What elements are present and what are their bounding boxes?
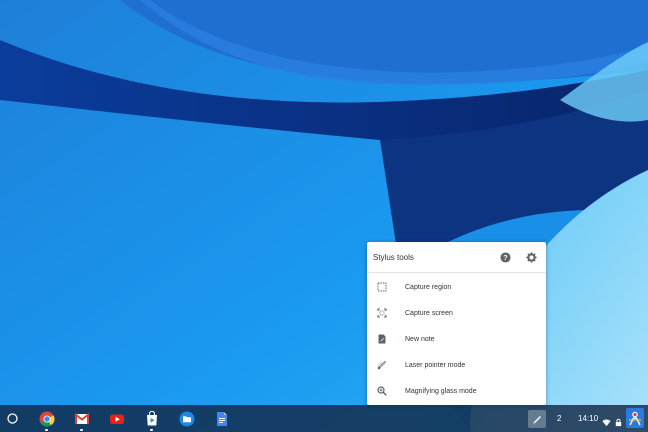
help-icon[interactable]: ? <box>498 250 512 264</box>
menu-item-capture-screen[interactable]: Capture screen <box>367 300 546 326</box>
gear-icon[interactable] <box>524 250 538 264</box>
new-note-icon <box>376 334 387 345</box>
launcher-icon[interactable] <box>6 412 19 425</box>
capture-region-icon <box>376 282 387 293</box>
menu-item-capture-region[interactable]: Capture region <box>367 274 546 300</box>
gmail-icon[interactable] <box>72 409 91 431</box>
stylus-icon <box>533 416 541 424</box>
clock[interactable]: 14:10 <box>578 414 598 423</box>
desktop-wallpaper <box>0 0 648 432</box>
stylus-tools-menu: Capture region Capture screen New note L… <box>367 273 546 404</box>
svg-text:?: ? <box>503 252 508 261</box>
running-indicator <box>150 429 153 431</box>
running-indicator <box>80 429 83 431</box>
menu-item-label: Capture region <box>405 283 452 291</box>
play-store-icon[interactable] <box>142 409 161 431</box>
laser-pointer-icon <box>376 360 387 371</box>
docs-icon[interactable] <box>212 409 231 428</box>
magnifier-icon <box>376 386 387 397</box>
menu-item-new-note[interactable]: New note <box>367 326 546 352</box>
menu-item-label: Capture screen <box>405 309 453 317</box>
menu-item-label: Magnifying glass mode <box>405 387 477 395</box>
lock-icon[interactable] <box>614 414 623 427</box>
popup-title: Stylus tools <box>373 252 414 262</box>
shelf <box>0 405 648 432</box>
user-avatar-icon <box>629 411 641 426</box>
wifi-icon[interactable] <box>602 414 611 427</box>
menu-item-label: Laser pointer mode <box>405 361 466 369</box>
menu-item-magnifying-glass[interactable]: Magnifying glass mode <box>367 378 546 404</box>
capture-screen-icon <box>376 308 387 319</box>
files-icon[interactable] <box>177 409 196 428</box>
avatar[interactable] <box>626 408 644 428</box>
youtube-icon[interactable] <box>107 409 126 428</box>
menu-item-laser-pointer[interactable]: Laser pointer mode <box>367 352 546 378</box>
stylus-tools-popup: Stylus tools ? Capture region Capture sc… <box>367 242 546 405</box>
popup-header: Stylus tools ? <box>367 242 546 273</box>
stylus-tools-button[interactable] <box>528 410 546 428</box>
notification-count[interactable]: 2 <box>557 414 561 423</box>
running-indicator <box>45 429 48 431</box>
chrome-icon[interactable] <box>37 409 56 431</box>
menu-item-label: New note <box>405 335 435 343</box>
